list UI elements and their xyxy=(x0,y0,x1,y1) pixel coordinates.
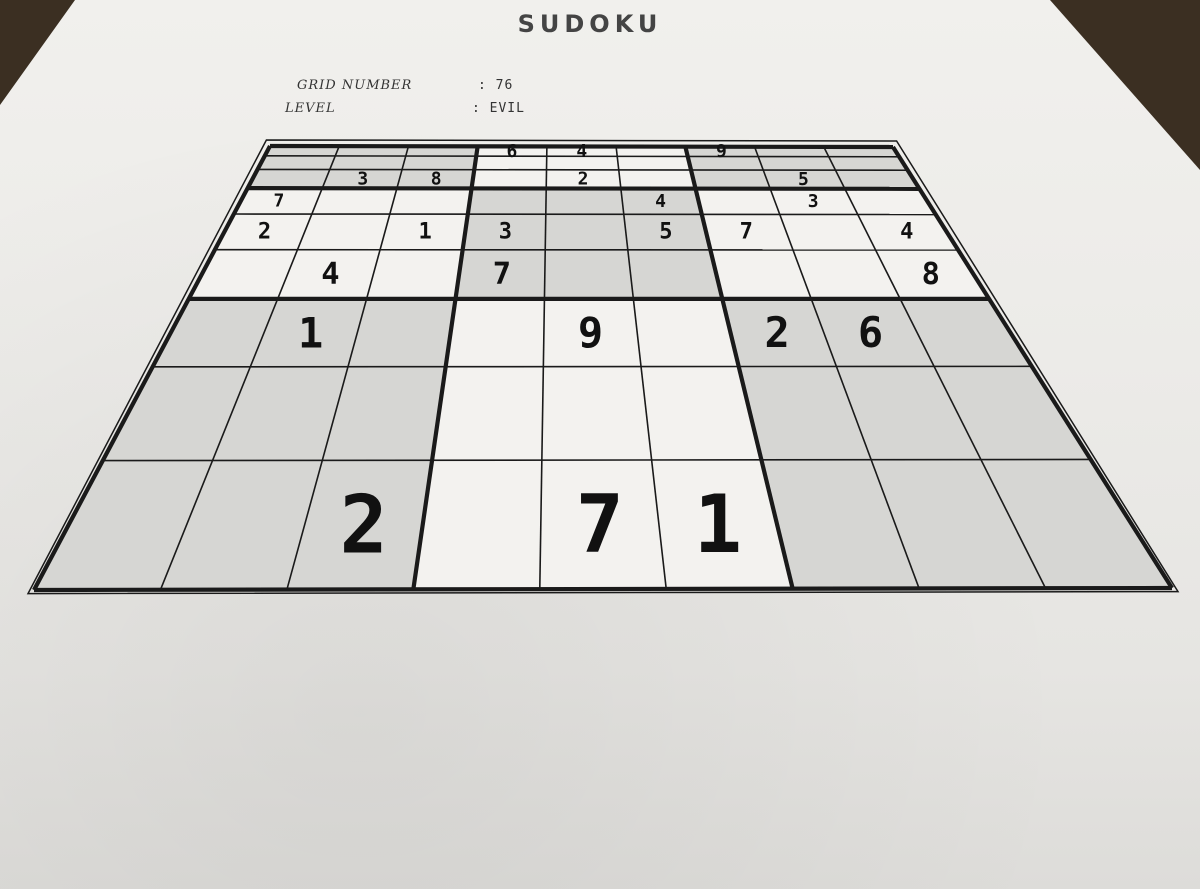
sudoku-cell[interactable] xyxy=(690,169,771,189)
sudoku-digit: 2 xyxy=(340,478,388,571)
sudoku-digit: 4 xyxy=(321,257,339,292)
sudoku-cell[interactable] xyxy=(627,249,723,299)
sudoku-cell[interactable] xyxy=(758,156,836,171)
sudoku-digit: 4 xyxy=(655,191,666,212)
sudoku-digit: 7 xyxy=(493,257,511,292)
sudoku-cell[interactable] xyxy=(467,188,547,215)
sudoku-digit: 4 xyxy=(900,220,913,245)
sudoku-digit: 7 xyxy=(740,220,753,245)
sudoku-cell[interactable] xyxy=(297,214,390,250)
sudoku-cell[interactable] xyxy=(545,214,628,250)
sudoku-cell[interactable] xyxy=(247,169,330,189)
sudoku-cell[interactable] xyxy=(257,155,336,170)
sudoku-digit: 2 xyxy=(258,219,271,244)
grid-line-horizontal xyxy=(233,213,936,216)
sudoku-cell[interactable] xyxy=(389,188,472,215)
sudoku-cell[interactable] xyxy=(366,249,463,299)
sudoku-digit: 1 xyxy=(418,219,431,244)
sudoku-cell[interactable] xyxy=(695,188,780,215)
sudoku-cell[interactable] xyxy=(618,169,696,189)
sudoku-digit: 5 xyxy=(659,220,672,245)
sudoku-digit: 3 xyxy=(499,219,512,244)
sudoku-digit: 4 xyxy=(576,141,587,162)
sudoku-digit: 2 xyxy=(578,169,589,190)
sudoku-cell[interactable] xyxy=(311,188,397,215)
sudoku-cell[interactable] xyxy=(545,188,624,215)
sudoku-cell[interactable] xyxy=(413,460,542,590)
sudoku-digit: 7 xyxy=(576,478,624,571)
sudoku-digit: 5 xyxy=(798,169,809,190)
sudoku-digit: 1 xyxy=(694,478,742,571)
sudoku-digit: 3 xyxy=(357,168,368,189)
photo-scene: SUDOKU GRID NUMBER : 76 LEVEL : EVIL 649… xyxy=(0,0,1200,889)
sudoku-grid: 6 4 93 8 2 57 4 32 1 3 5 7 44 7 81 9 2 62 7 1 xyxy=(26,139,1180,595)
sudoku-cell[interactable] xyxy=(445,298,545,367)
sudoku-cell[interactable] xyxy=(432,366,544,461)
sudoku-digit: 2 xyxy=(765,308,790,357)
sudoku-digit: 7 xyxy=(273,191,284,212)
grid-line-horizontal xyxy=(102,458,1091,462)
sudoku-digit: 6 xyxy=(506,141,517,162)
sudoku-digit: 8 xyxy=(431,168,442,189)
sudoku-digit: 6 xyxy=(858,308,883,357)
sudoku-digit: 9 xyxy=(716,141,727,162)
sudoku-digit: 3 xyxy=(808,191,819,212)
grid-line-horizontal xyxy=(33,585,1173,593)
sudoku-cell[interactable] xyxy=(828,156,908,171)
sudoku-digit: 9 xyxy=(578,308,603,357)
sudoku-cell[interactable] xyxy=(471,169,547,189)
sudoku-digit: 1 xyxy=(298,308,323,357)
sudoku-digit: 8 xyxy=(922,257,940,292)
sudoku-cell[interactable] xyxy=(835,170,920,189)
sudoku-cell[interactable] xyxy=(617,156,691,170)
sudoku-cell[interactable] xyxy=(544,249,634,299)
sudoku-cell[interactable] xyxy=(541,366,652,461)
